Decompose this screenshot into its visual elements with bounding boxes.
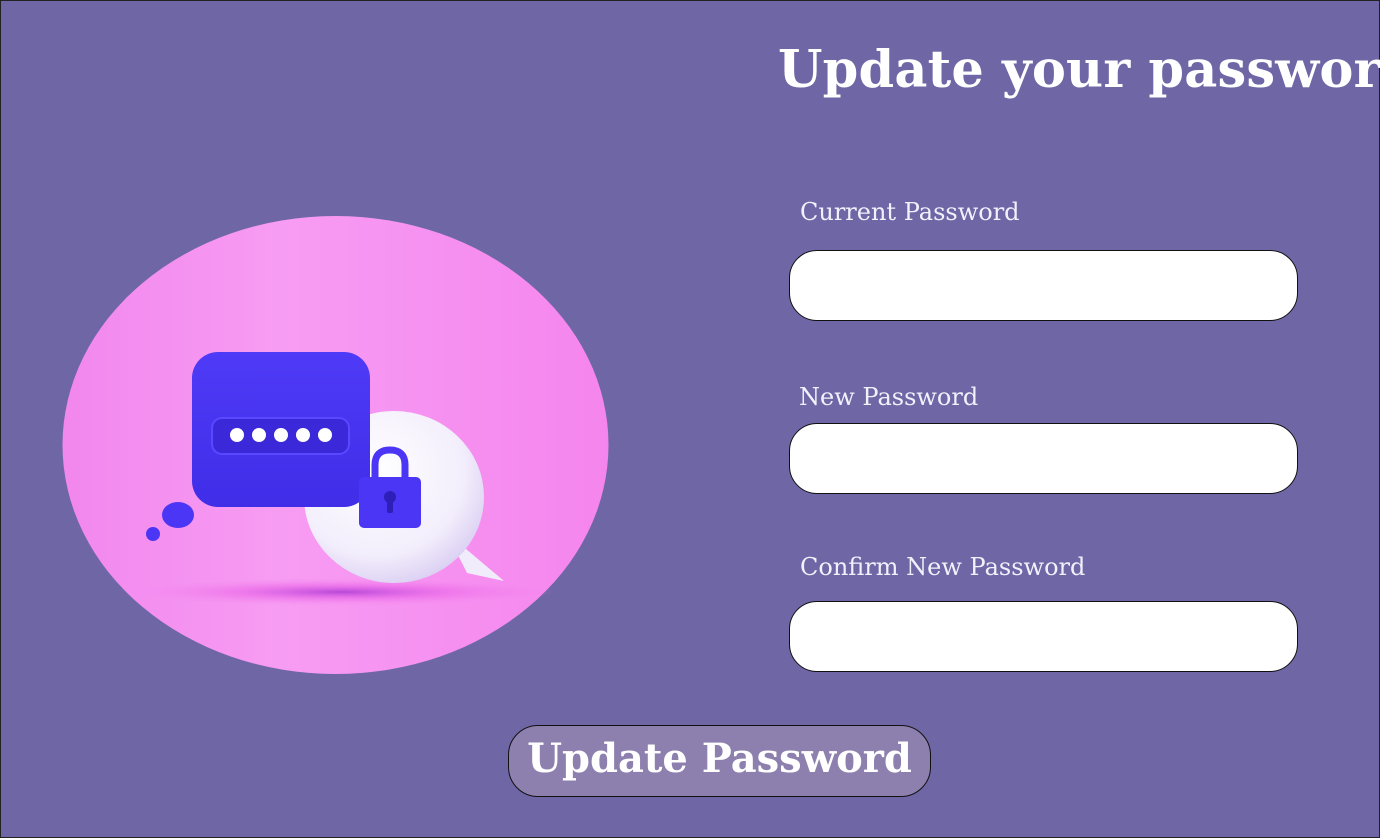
page-title: Update your password [778,40,1380,100]
password-chat-bubble-icon [192,352,370,507]
new-password-label: New Password [799,383,979,411]
current-password-label: Current Password [800,198,1020,226]
drop-shadow [127,578,557,606]
new-password-input[interactable] [789,423,1298,494]
confirm-password-label: Confirm New Password [800,553,1086,581]
current-password-input[interactable] [789,250,1298,321]
update-password-button[interactable]: Update Password [508,725,931,797]
password-illustration [62,216,609,674]
confirm-password-input[interactable] [789,601,1298,672]
